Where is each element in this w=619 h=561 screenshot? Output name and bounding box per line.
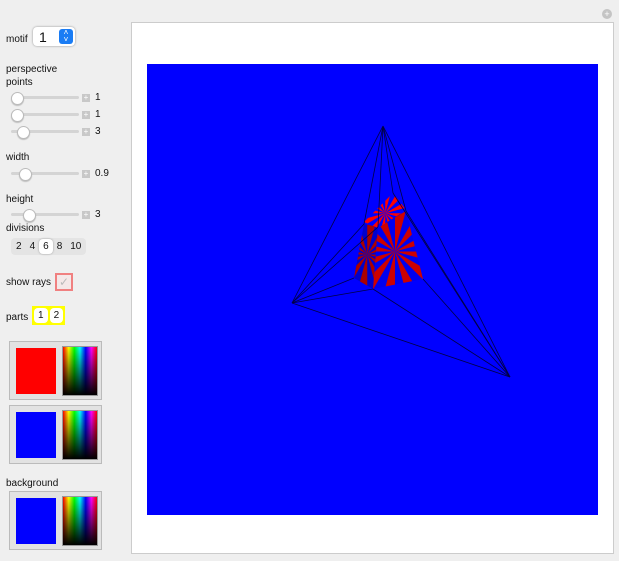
point-slider-2[interactable]	[11, 109, 79, 122]
height-value: 3	[95, 209, 101, 220]
point-value-1: 1	[95, 92, 101, 103]
plus-icon[interactable]: +	[82, 111, 90, 119]
plot-background	[147, 64, 598, 515]
plus-icon[interactable]: +	[82, 128, 90, 136]
parts-label: parts	[6, 312, 29, 323]
color-swatch-2[interactable]	[16, 412, 56, 458]
perspective-plot	[147, 64, 598, 515]
color-picker-2	[9, 405, 102, 464]
division-4[interactable]: 4	[26, 239, 40, 254]
height-label: height	[6, 194, 34, 205]
show-rays-checkbox[interactable]: ✓	[55, 273, 73, 291]
division-6[interactable]: 6	[39, 239, 53, 254]
width-label: width	[6, 152, 30, 163]
plus-icon[interactable]: +	[82, 94, 90, 102]
color-gradient-1[interactable]	[62, 346, 98, 396]
background-color-picker	[9, 491, 102, 550]
color-gradient-2[interactable]	[62, 410, 98, 460]
point-slider-3[interactable]	[11, 126, 79, 139]
perspective-label: perspective	[6, 64, 58, 75]
color-swatch-1[interactable]	[16, 348, 56, 394]
height-slider[interactable]	[11, 209, 79, 222]
show-rays-label: show rays	[6, 277, 52, 288]
background-swatch[interactable]	[16, 498, 56, 544]
width-value: 0.9	[95, 168, 109, 179]
reset-icon[interactable]: +	[602, 9, 612, 19]
divisions-selector: 2 4 6 8 10	[11, 238, 87, 255]
output-panel	[131, 22, 614, 554]
plus-icon[interactable]: +	[82, 170, 90, 178]
updown-icon: ˄ ˅	[59, 29, 73, 44]
point-value-2: 1	[95, 109, 101, 120]
color-picker-1	[9, 341, 102, 400]
division-10[interactable]: 10	[66, 239, 85, 254]
point-slider-1[interactable]	[11, 92, 79, 105]
width-slider[interactable]	[11, 168, 79, 181]
plus-icon[interactable]: +	[82, 211, 90, 219]
points-label: points	[6, 77, 33, 88]
part-2[interactable]: 2	[49, 308, 64, 323]
division-2[interactable]: 2	[12, 239, 26, 254]
motif-label: motif	[6, 34, 28, 45]
parts-selector: 1 2	[32, 306, 66, 325]
divisions-label: divisions	[6, 223, 45, 234]
background-label: background	[6, 478, 59, 489]
division-8[interactable]: 8	[53, 239, 67, 254]
motif-value: 1	[39, 29, 47, 45]
point-value-3: 3	[95, 126, 101, 137]
background-gradient[interactable]	[62, 496, 98, 546]
part-1[interactable]: 1	[34, 308, 48, 323]
motif-select[interactable]: 1 ˄ ˅	[33, 27, 75, 46]
